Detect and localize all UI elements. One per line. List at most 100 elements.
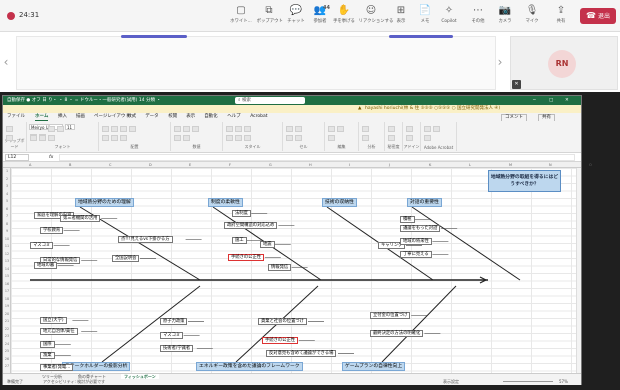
ribbon-button[interactable] [406, 135, 413, 141]
row-header[interactable]: 8 [3, 222, 11, 226]
row-header[interactable]: 18 [3, 297, 11, 301]
row-header[interactable]: 20 [3, 312, 11, 316]
worksheet-grid[interactable] [11, 168, 576, 373]
menu-item[interactable]: 挿入 [58, 113, 67, 121]
chevron-right-icon[interactable]: › [494, 42, 506, 82]
row-header[interactable]: 1 [3, 169, 11, 173]
close-icon[interactable]: ✕ [565, 96, 569, 105]
ribbon-button[interactable] [120, 135, 127, 141]
ribbon-button[interactable] [192, 126, 199, 132]
row-header[interactable]: 17 [3, 289, 11, 293]
view-button[interactable]: ⊞ 表示 [388, 4, 414, 25]
copilot-button[interactable]: ✧ Copilot [436, 4, 462, 25]
ribbon-button[interactable] [102, 135, 109, 141]
ribbon-button[interactable] [244, 126, 251, 132]
vertical-scrollbar[interactable] [576, 168, 581, 373]
ribbon-button[interactable] [6, 126, 13, 132]
row-header[interactable]: 22 [3, 327, 11, 331]
menu-item[interactable]: ホーム [35, 113, 49, 121]
ribbon-button[interactable] [111, 126, 118, 132]
row-header[interactable]: 4 [3, 192, 11, 196]
ribbon-button[interactable] [328, 126, 335, 132]
name-box[interactable]: L12 [5, 154, 29, 161]
row-header[interactable]: 19 [3, 304, 11, 308]
row-header[interactable]: 15 [3, 274, 11, 278]
row-header[interactable]: 26 [3, 357, 11, 361]
menu-item[interactable]: 表示 [186, 113, 195, 121]
raise-hand-button[interactable]: ✋ 手を挙げる [331, 4, 357, 25]
menu-item[interactable]: 数式 [127, 113, 136, 121]
ribbon-button[interactable] [174, 126, 181, 132]
row-header[interactable]: 7 [3, 214, 11, 218]
row-header[interactable]: 25 [3, 349, 11, 353]
row-header[interactable]: 11 [3, 244, 11, 248]
menu-item[interactable]: 自動化 [204, 113, 218, 121]
ribbon-button[interactable] [362, 135, 369, 141]
ribbon-button[interactable] [328, 135, 335, 141]
row-header[interactable]: 14 [3, 267, 11, 271]
mic-button[interactable]: 🎙 マイク [519, 4, 545, 25]
menu-item[interactable]: 描画 [76, 113, 85, 121]
ribbon-button[interactable] [174, 135, 181, 141]
ribbon-button[interactable] [120, 126, 127, 132]
row-header[interactable]: 27 [3, 364, 11, 368]
search-input[interactable]: ⌕ 検索 [235, 97, 305, 104]
ribbon-button[interactable] [226, 126, 233, 132]
ribbon-button[interactable] [183, 135, 190, 141]
react-button[interactable]: ☺ リアクションする [358, 4, 394, 25]
ribbon-button[interactable] [39, 135, 46, 141]
row-header[interactable]: 9 [3, 229, 11, 233]
ribbon-button[interactable] [30, 135, 37, 141]
share-button[interactable]: ⇪ 共有 [548, 4, 574, 25]
row-header[interactable]: 10 [3, 237, 11, 241]
menu-item[interactable]: Acrobat [250, 113, 267, 121]
ribbon-button[interactable] [183, 126, 190, 132]
row-header[interactable]: 23 [3, 334, 11, 338]
ribbon-button[interactable] [226, 135, 233, 141]
minimize-icon[interactable]: ─ [533, 96, 536, 105]
ribbon-button[interactable] [286, 126, 293, 132]
chat-button[interactable]: 💬 チャット [283, 4, 309, 25]
ribbon-button[interactable] [424, 126, 431, 132]
ribbon-button[interactable] [388, 126, 395, 132]
ribbon-button[interactable] [111, 135, 118, 141]
leave-button[interactable]: ☎ 退出 [580, 8, 616, 24]
ribbon-button[interactable] [388, 135, 395, 141]
ribbon-button[interactable] [235, 135, 242, 141]
ribbon-button[interactable] [362, 126, 369, 132]
ribbon-button[interactable] [6, 135, 13, 141]
row-header[interactable]: 5 [3, 199, 11, 203]
row-header[interactable]: 24 [3, 342, 11, 346]
more-button[interactable]: ⋯ その他 [465, 4, 491, 25]
ribbon-button[interactable] [129, 126, 136, 132]
video-tile[interactable] [16, 35, 496, 90]
menu-item[interactable]: 校閲 [168, 113, 177, 121]
row-header[interactable]: 3 [3, 184, 11, 188]
camera-button[interactable]: 📷 カメラ [492, 4, 518, 25]
menu-item[interactable]: ページレイアウト [94, 113, 130, 121]
row-header[interactable]: 16 [3, 282, 11, 286]
chevron-left-icon[interactable]: ‹ [0, 42, 12, 82]
ribbon-button[interactable] [295, 135, 302, 141]
row-header[interactable]: 6 [3, 207, 11, 211]
ribbon-button[interactable] [235, 126, 242, 132]
ribbon-button[interactable] [406, 126, 413, 132]
ribbon-button[interactable] [424, 135, 431, 141]
ribbon-button[interactable] [337, 126, 344, 132]
notes-button[interactable]: 📄 メモ [412, 4, 438, 25]
ribbon-button[interactable] [295, 126, 302, 132]
row-header[interactable]: 21 [3, 319, 11, 323]
ribbon-button[interactable] [48, 135, 55, 141]
row-header[interactable]: 2 [3, 177, 11, 181]
ribbon-button[interactable] [286, 135, 293, 141]
ribbon-button[interactable] [102, 126, 109, 132]
maximize-icon[interactable]: □ [549, 96, 553, 105]
row-header[interactable]: 13 [3, 259, 11, 263]
ribbon-button[interactable] [433, 126, 440, 132]
menu-item[interactable]: データ [145, 113, 159, 121]
people-button[interactable]: 👥 44 参加者 [307, 4, 333, 25]
zoom-slider[interactable] [503, 381, 553, 382]
formula-input[interactable] [59, 154, 575, 161]
menu-item[interactable]: ファイル [7, 113, 25, 121]
whiteboard-button[interactable]: ▢ ホワイト... [228, 4, 254, 25]
